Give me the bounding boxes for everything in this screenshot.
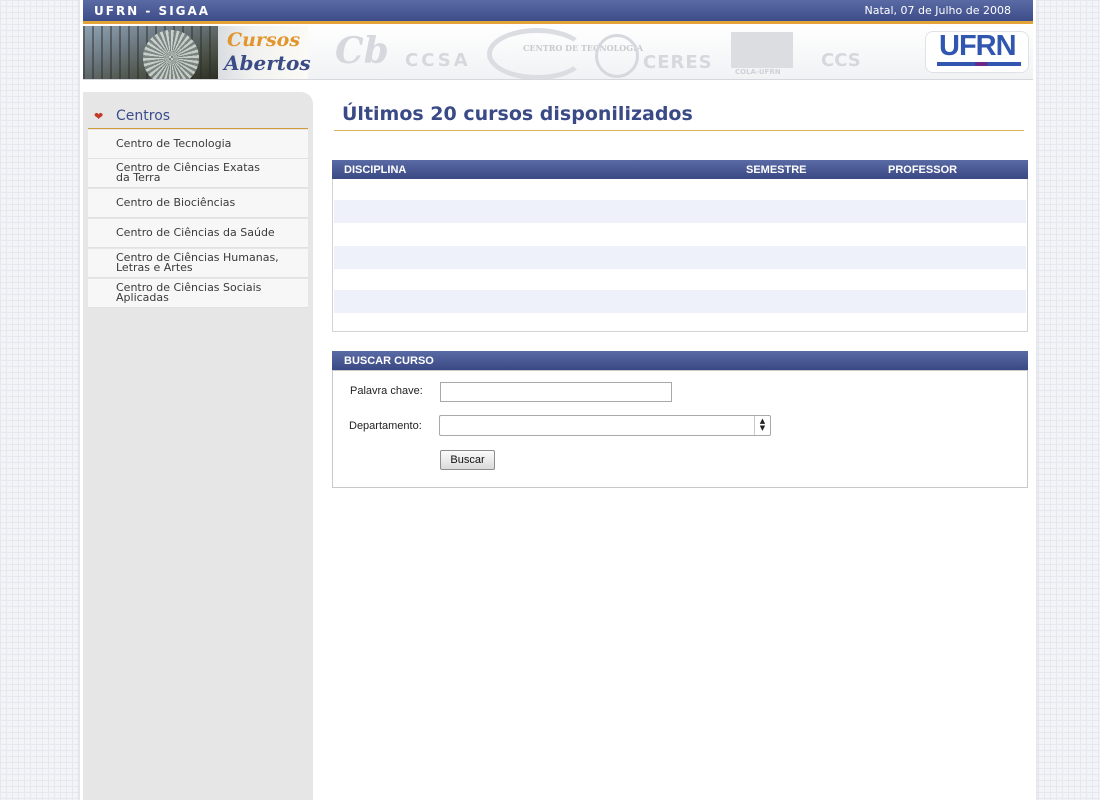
top-bar: UFRN - SIGAA Natal, 07 de Julho de 2008 [83, 0, 1033, 24]
ufrn-logo-bar [937, 62, 1021, 66]
center-logo-ccs[interactable]: CCS [821, 50, 861, 71]
table-row [334, 246, 1026, 269]
sidebar-item-exatas[interactable]: Centro de Ciências Exatas da Terra [88, 159, 308, 188]
sidebar-item-label: Centro de Ciências Humanas, Letras e Art… [116, 251, 279, 274]
search-panel-header: BUSCAR CURSO [332, 351, 1028, 370]
keyword-input[interactable] [440, 382, 672, 402]
department-select[interactable]: ▲ ▼ [439, 415, 771, 436]
search-panel-title: BUSCAR CURSO [344, 355, 434, 367]
sun-sculpture-icon [143, 30, 199, 79]
center-logo-cola[interactable]: COLA-UFRN [735, 68, 781, 76]
sidebar-heading-label: Centros [116, 108, 171, 124]
center-logo-ceres[interactable]: CERES [643, 52, 713, 73]
department-label: Departamento: [349, 420, 422, 432]
sidebar-item-saude[interactable]: Centro de Ciências da Saúde [88, 219, 308, 248]
sidebar-item-label: Centro de Ciências Exatas da Terra [116, 161, 261, 184]
table-row [334, 290, 1026, 313]
sidebar-item-humanas[interactable]: Centro de Ciências Humanas, Letras e Art… [88, 249, 308, 278]
sidebar-item-label: Centro de Tecnologia [116, 137, 232, 150]
sidebar-item-label: Centro de Biociências [116, 196, 236, 209]
sidebar-item-tecnologia[interactable]: Centro de Tecnologia [88, 130, 308, 159]
sidebar-item-label: Centro de Ciências da Saúde [116, 226, 275, 239]
title-divider [334, 130, 1024, 131]
courses-table [332, 179, 1028, 332]
ufrn-logo-text: UFRN [939, 30, 1017, 62]
select-arrows-icon[interactable]: ▲ ▼ [754, 416, 770, 435]
center-logo-cb[interactable]: Cb [335, 30, 389, 72]
banner-title-line1: Cursos [227, 29, 301, 51]
banner: Cursos Abertos Cb CCSA CENTRO DE TECNOLO… [83, 24, 1033, 80]
column-header-disciplina: DISCIPLINA [344, 164, 407, 176]
center-logo-ceres-ring-icon [595, 34, 639, 78]
center-logo-cola-icon [731, 32, 793, 68]
table-row [334, 223, 1026, 246]
page-title: Últimos 20 cursos disponilizados [342, 103, 693, 125]
table-row [334, 200, 1026, 223]
sidebar-item-sociais[interactable]: Centro de Ciências Sociais Aplicadas [88, 279, 308, 308]
page: UFRN - SIGAA Natal, 07 de Julho de 2008 … [80, 0, 1036, 800]
center-logo-ct-ring-icon [487, 28, 587, 79]
table-row [334, 179, 1026, 202]
sidebar: ❤ Centros Centro de Tecnologia Centro de… [83, 92, 313, 800]
heart-arrows-icon: ❤ [94, 110, 104, 123]
courses-table-header: DISCIPLINA SEMESTRE PROFESSOR [332, 160, 1028, 179]
column-header-professor: PROFESSOR [888, 164, 958, 176]
keyword-label: Palavra chave: [350, 385, 423, 397]
system-title: UFRN - SIGAA [94, 4, 211, 18]
center-logo-ccsa[interactable]: CCSA [405, 50, 471, 71]
sidebar-heading: ❤ Centros [88, 108, 308, 129]
column-header-semestre: SEMESTRE [746, 164, 807, 176]
sidebar-item-label: Centro de Ciências Sociais Aplicadas [116, 281, 262, 304]
sidebar-item-biociencias[interactable]: Centro de Biociências [88, 189, 308, 218]
search-button[interactable]: Buscar [440, 450, 495, 470]
banner-title-line2: Abertos [224, 51, 311, 75]
table-row [334, 269, 1026, 292]
current-date: Natal, 07 de Julho de 2008 [864, 4, 1011, 17]
